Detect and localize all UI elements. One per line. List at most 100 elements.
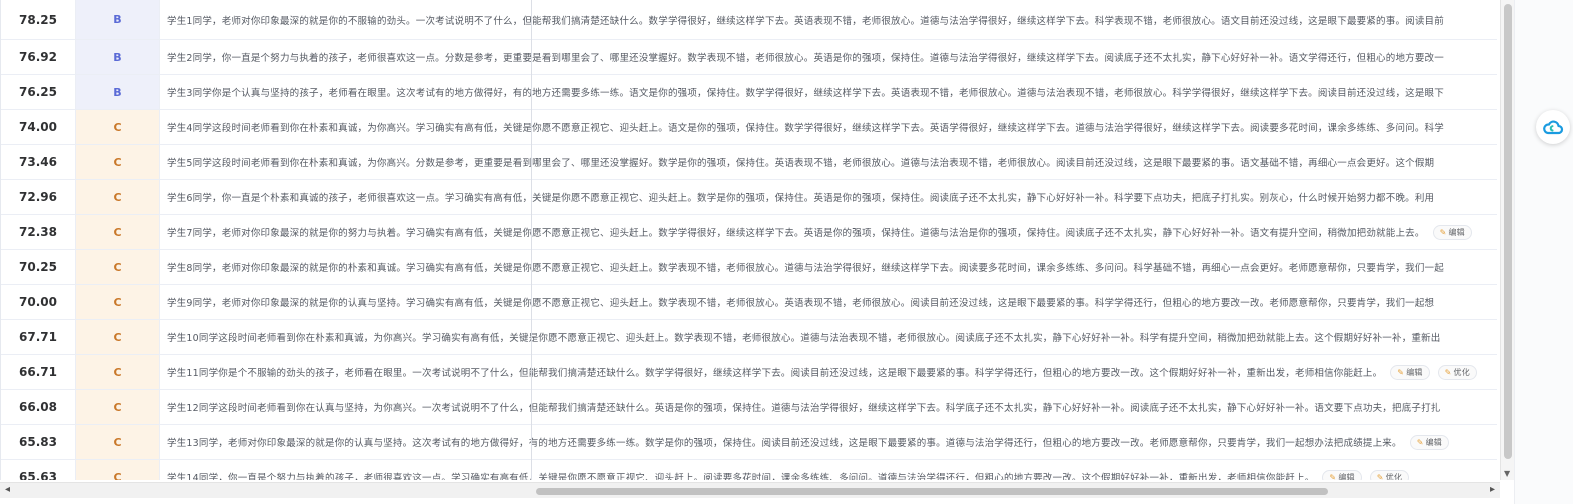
optimize-chip-button[interactable]: ✎ 优化 bbox=[1369, 469, 1410, 481]
table-row: 72.96 C 学生6同学，你一直是个朴素和真诚的孩子，老师很喜欢这一点。学习确实有… bbox=[1, 180, 1497, 215]
grade-cell: C bbox=[76, 460, 160, 480]
edit-icon: ✎ bbox=[1444, 367, 1452, 377]
score-cell: 66.71 bbox=[1, 355, 76, 389]
comment-cell: 学生8同学，老师对你印象最深的就是你的朴素和真诚。学习确实有高有低，关键是你愿不… bbox=[160, 250, 1497, 284]
table-row: 66.08 C 学生12同学这段时间老师看到你在认真与坚持，为你高兴。一次考试说明不… bbox=[1, 390, 1497, 425]
horizontal-scrollbar[interactable]: ◂ ▸ bbox=[0, 482, 1500, 498]
table-row: 73.46 C 学生5同学这段时间老师看到你在朴素和真诚，为你高兴。分数是参考，更重… bbox=[1, 145, 1497, 180]
comment-text: 学生11同学你是个不服输的劲头的孩子，老师看在眼里。一次考试说明不了什么，但能帮… bbox=[167, 368, 1383, 379]
score-cell: 76.25 bbox=[1, 75, 76, 109]
comment-text: 学生6同学，你一直是个朴素和真诚的孩子，老师很喜欢这一点。学习确实有高有低，关键… bbox=[167, 193, 1435, 204]
comment-cell: 学生11同学你是个不服输的劲头的孩子，老师看在眼里。一次考试说明不了什么，但能帮… bbox=[160, 355, 1497, 389]
arrow-left-icon[interactable]: ◂ bbox=[5, 484, 10, 495]
grade-cell: C bbox=[76, 355, 160, 389]
score-cell: 65.83 bbox=[1, 425, 76, 459]
table-row: 74.00 C 学生4同学这段时间老师看到你在朴素和真诚，为你高兴。学习确实有高有低… bbox=[1, 110, 1497, 145]
comment-text: 学生3同学你是个认真与坚持的孩子，老师看在眼里。这次考试有的地方做得好，有的地方… bbox=[167, 88, 1444, 99]
table-row: 66.71 C 学生11同学你是个不服输的劲头的孩子，老师看在眼里。一次考试说明不了… bbox=[1, 355, 1497, 390]
comment-cell: 学生2同学，你一直是个努力与执着的孩子，老师很喜欢这一点。分数是参考，更重要是看… bbox=[160, 40, 1497, 74]
comment-text: 学生10同学这段时间老师看到你在朴素和真诚，为你高兴。学习确实有高有低，关键是你… bbox=[167, 333, 1441, 344]
table-row: 65.63 C 学生14同学，你一直是个努力与执着的孩子，老师很喜欢这一点。学习确实… bbox=[1, 460, 1497, 480]
comment-text: 学生4同学这段时间老师看到你在朴素和真诚，为你高兴。学习确实有高有低，关键是你愿… bbox=[167, 123, 1444, 134]
comment-cell: 学生9同学，老师对你印象最深的就是你的认真与坚持。学习确实有高有低，关键是你愿不… bbox=[160, 285, 1497, 319]
comment-cell: 学生12同学这段时间老师看到你在认真与坚持，为你高兴。一次考试说明不了什么，但能… bbox=[160, 390, 1497, 424]
comment-cell: 学生1同学，老师对你印象最深的就是你的不服输的劲头。一次考试说明不了什么，但能帮… bbox=[160, 0, 1497, 39]
comment-cell: 学生6同学，你一直是个朴素和真诚的孩子，老师很喜欢这一点。学习确实有高有低，关键… bbox=[160, 180, 1497, 214]
edit-icon: ✎ bbox=[1397, 367, 1405, 377]
table-body: 78.25 B 学生1同学，老师对你印象最深的就是你的不服输的劲头。一次考试说明不了… bbox=[1, 0, 1497, 480]
chip-label: 编辑 bbox=[1406, 367, 1423, 377]
score-cell: 67.71 bbox=[1, 320, 76, 354]
score-cell: 72.38 bbox=[1, 215, 76, 249]
edit-icon: ✎ bbox=[1329, 472, 1337, 481]
grade-cell: C bbox=[76, 425, 160, 459]
grade-cell: C bbox=[76, 285, 160, 319]
fixed-column-divider bbox=[531, 0, 532, 480]
comment-cell: 学生4同学这段时间老师看到你在朴素和真诚，为你高兴。学习确实有高有低，关键是你愿… bbox=[160, 110, 1497, 144]
score-cell: 65.63 bbox=[1, 460, 76, 480]
chip-label: 编辑 bbox=[1448, 227, 1465, 237]
table-row: 78.25 B 学生1同学，老师对你印象最深的就是你的不服输的劲头。一次考试说明不了… bbox=[1, 0, 1497, 40]
table-row: 70.00 C 学生9同学，老师对你印象最深的就是你的认真与坚持。学习确实有高有低，… bbox=[1, 285, 1497, 320]
cloud-icon bbox=[1543, 120, 1564, 135]
grade-cell: C bbox=[76, 145, 160, 179]
grade-cell: C bbox=[76, 250, 160, 284]
chip-label: 编辑 bbox=[1425, 437, 1443, 447]
comments-table: 78.25 B 学生1同学，老师对你印象最深的就是你的不服输的劲头。一次考试说明不了… bbox=[0, 0, 1497, 480]
grade-cell: C bbox=[76, 110, 160, 144]
edit-chip-button[interactable]: ✎ 编辑 bbox=[1322, 469, 1362, 481]
comment-cell: 学生5同学这段时间老师看到你在朴素和真诚，为你高兴。分数是参考，更重要是看到哪里… bbox=[160, 145, 1497, 179]
horizontal-scrollbar-thumb[interactable] bbox=[536, 488, 1328, 495]
score-cell: 70.25 bbox=[1, 250, 76, 284]
comment-cell: 学生13同学，老师对你印象最深的就是你的认真与坚持。这次考试有的地方做得好，有的… bbox=[160, 425, 1497, 459]
grade-cell: B bbox=[76, 40, 160, 74]
score-cell: 73.46 bbox=[1, 145, 76, 179]
optimize-chip-button[interactable]: ✎ 优化 bbox=[1437, 364, 1477, 380]
edit-icon: ✎ bbox=[1416, 437, 1424, 447]
vertical-scrollbar-thumb[interactable] bbox=[1504, 4, 1512, 459]
comment-cell: 学生10同学这段时间老师看到你在朴素和真诚，为你高兴。学习确实有高有低，关键是你… bbox=[160, 320, 1497, 354]
arrow-right-icon[interactable]: ▸ bbox=[1490, 484, 1495, 495]
chip-label: 编辑 bbox=[1338, 472, 1355, 481]
grade-cell: C bbox=[76, 390, 160, 424]
comment-cell: 学生3同学你是个认真与坚持的孩子，老师看在眼里。这次考试有的地方做得好，有的地方… bbox=[160, 75, 1497, 109]
chip-label: 优化 bbox=[1453, 367, 1470, 377]
comment-text: 学生5同学这段时间老师看到你在朴素和真诚，为你高兴。分数是参考，更重要是看到哪里… bbox=[167, 158, 1435, 169]
comment-text: 学生8同学，老师对你印象最深的就是你的朴素和真诚。学习确实有高有低，关键是你愿不… bbox=[167, 263, 1444, 274]
edit-icon: ✎ bbox=[1439, 227, 1447, 237]
grade-cell: C bbox=[76, 215, 160, 249]
grade-cell: B bbox=[76, 75, 160, 109]
table-row: 76.92 B 学生2同学，你一直是个努力与执着的孩子，老师很喜欢这一点。分数是参考… bbox=[1, 40, 1497, 75]
table-row: 76.25 B 学生3同学你是个认真与坚持的孩子，老师看在眼里。这次考试有的地方做得… bbox=[1, 75, 1497, 110]
grade-cell: B bbox=[76, 0, 160, 39]
comment-text: 学生13同学，老师对你印象最深的就是你的认真与坚持。这次考试有的地方做得好，有的… bbox=[167, 438, 1402, 449]
table-row: 67.71 C 学生10同学这段时间老师看到你在朴素和真诚，为你高兴。学习确实有高有… bbox=[1, 320, 1497, 355]
cloud-button[interactable] bbox=[1536, 110, 1570, 144]
score-cell: 74.00 bbox=[1, 110, 76, 144]
arrow-down-icon[interactable]: ▼ bbox=[1504, 469, 1510, 478]
edit-chip-button[interactable]: ✎ 编辑 bbox=[1390, 364, 1430, 380]
comment-text: 学生1同学，老师对你印象最深的就是你的不服输的劲头。一次考试说明不了什么，但能帮… bbox=[167, 15, 1444, 27]
edit-chip-button[interactable]: ✎ 编辑 bbox=[1409, 434, 1450, 450]
table-row: 70.25 C 学生8同学，老师对你印象最深的就是你的朴素和真诚。学习确实有高有低，… bbox=[1, 250, 1497, 285]
side-panel bbox=[1514, 0, 1573, 504]
edit-chip-button[interactable]: ✎ 编辑 bbox=[1432, 224, 1472, 240]
score-cell: 76.92 bbox=[1, 40, 76, 74]
comment-text: 学生9同学，老师对你印象最深的就是你的认真与坚持。学习确实有高有低，关键是你愿不… bbox=[167, 298, 1435, 309]
table-row: 65.83 C 学生13同学，老师对你印象最深的就是你的认真与坚持。这次考试有的地方… bbox=[1, 425, 1497, 460]
score-cell: 70.00 bbox=[1, 285, 76, 319]
score-cell: 72.96 bbox=[1, 180, 76, 214]
comment-text: 学生14同学，你一直是个努力与执着的孩子，老师很喜欢这一点。学习确实有高有低，关… bbox=[167, 473, 1315, 480]
score-cell: 66.08 bbox=[1, 390, 76, 424]
chip-label: 优化 bbox=[1385, 472, 1403, 481]
table-row: 72.38 C 学生7同学，老师对你印象最深的就是你的努力与执着。学习确实有高有低，… bbox=[1, 215, 1497, 250]
comment-text: 学生12同学这段时间老师看到你在认真与坚持，为你高兴。一次考试说明不了什么，但能… bbox=[167, 403, 1441, 414]
comment-cell: 学生7同学，老师对你印象最深的就是你的努力与执着。学习确实有高有低，关键是你愿不… bbox=[160, 215, 1497, 249]
score-cell: 78.25 bbox=[1, 0, 76, 39]
grade-cell: C bbox=[76, 320, 160, 354]
comment-text: 学生2同学，你一直是个努力与执着的孩子，老师很喜欢这一点。分数是参考，更重要是看… bbox=[167, 53, 1444, 64]
vertical-scrollbar[interactable]: ▼ bbox=[1500, 0, 1514, 480]
grade-cell: C bbox=[76, 180, 160, 214]
comment-text: 学生7同学，老师对你印象最深的就是你的努力与执着。学习确实有高有低，关键是你愿不… bbox=[167, 228, 1425, 239]
edit-icon: ✎ bbox=[1376, 472, 1384, 481]
